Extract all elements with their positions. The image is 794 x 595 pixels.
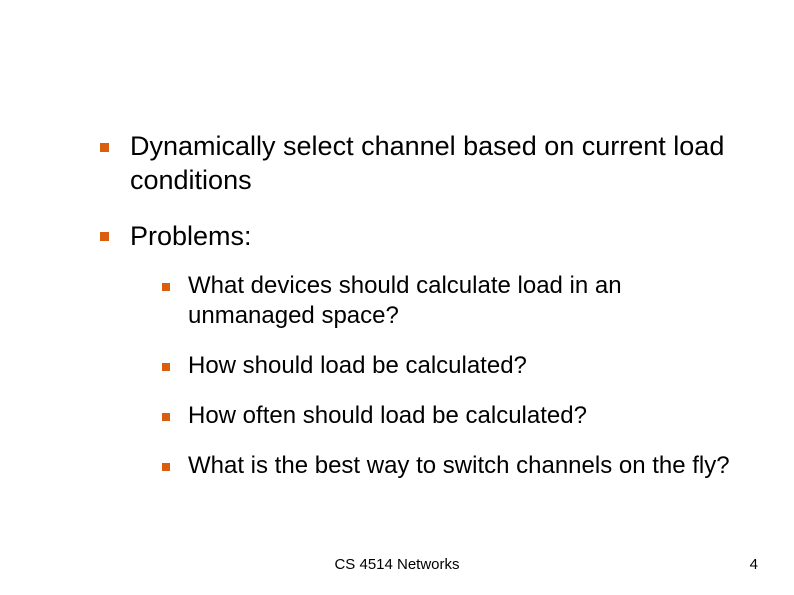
list-item: Dynamically select channel based on curr… (100, 130, 754, 198)
slide: Dynamically select channel based on curr… (0, 0, 794, 595)
list-item: What is the best way to switch channels … (162, 451, 754, 481)
bullet-text: Dynamically select channel based on curr… (130, 131, 724, 195)
bullet-text: What is the best way to switch channels … (188, 452, 730, 479)
bullet-list-level1: Dynamically select channel based on curr… (100, 130, 754, 481)
footer-page-number: 4 (750, 556, 758, 573)
bullet-text: Problems: (130, 221, 252, 251)
bullet-text: How often should load be calculated? (188, 402, 587, 429)
bullet-text: How should load be calculated? (188, 352, 527, 379)
list-item: How often should load be calculated? (162, 401, 754, 431)
list-item: What devices should calculate load in an… (162, 271, 754, 331)
bullet-text: What devices should calculate load in an… (188, 272, 622, 329)
slide-content: Dynamically select channel based on curr… (100, 130, 754, 503)
list-item: How should load be calculated? (162, 351, 754, 381)
footer-course-label: CS 4514 Networks (0, 556, 794, 573)
list-item: Problems: What devices should calculate … (100, 220, 754, 482)
bullet-list-level2: What devices should calculate load in an… (130, 271, 754, 481)
